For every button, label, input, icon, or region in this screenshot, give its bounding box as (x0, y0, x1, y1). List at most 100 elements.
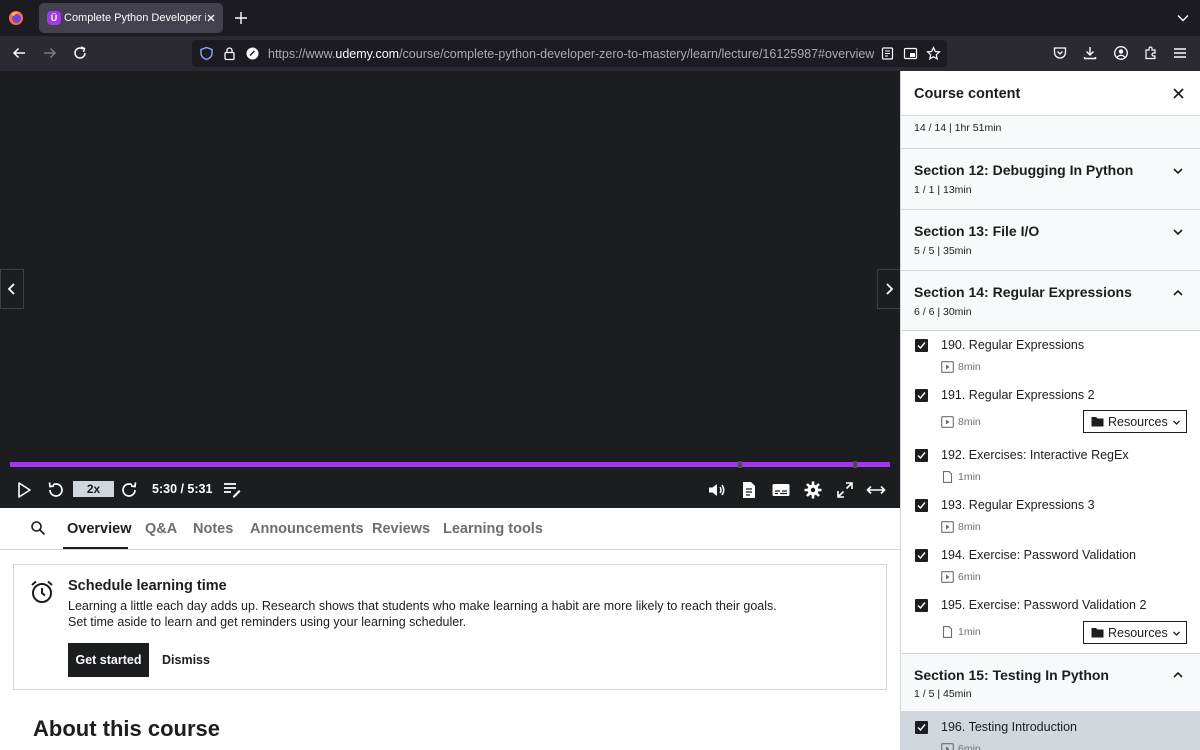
list-all-tabs-chevron-icon[interactable] (1177, 12, 1189, 24)
resources-dropdown-button[interactable]: Resources (1083, 410, 1187, 433)
pocket-icon[interactable] (1052, 45, 1068, 61)
expand-horizontal-icon (866, 485, 886, 495)
lecture-duration: 6min (958, 743, 981, 750)
picture-in-picture-icon[interactable] (903, 46, 918, 61)
section-meta: 14 / 14 | 1hr 51min (914, 122, 1002, 134)
section-13[interactable]: Section 13: File I/O 5 / 5 | 35min (901, 210, 1200, 271)
lecture-title: 191. Regular Expressions 2 (941, 388, 1095, 402)
chevron-down-icon[interactable] (1172, 165, 1184, 177)
reader-view-icon[interactable] (880, 46, 895, 61)
section-title: Section 13: File I/O (914, 223, 1040, 239)
lecture-complete-checkbox[interactable] (915, 389, 928, 402)
playback-speed-button[interactable]: 2x (73, 481, 114, 497)
rewind-5s-button[interactable] (45, 480, 65, 500)
chevron-down-icon[interactable] (1172, 226, 1184, 238)
firefox-logo-icon[interactable] (8, 10, 24, 26)
new-tab-plus-icon[interactable] (234, 11, 248, 25)
lecture-duration: 8min (958, 521, 981, 533)
lock-icon[interactable] (222, 46, 237, 61)
account-icon[interactable] (1113, 45, 1129, 61)
play-button[interactable] (14, 480, 34, 500)
lecture-item[interactable]: 192. Exercises: Interactive RegEx 1min (901, 441, 1200, 491)
lecture-complete-checkbox[interactable] (915, 549, 928, 562)
search-tab-icon[interactable] (30, 520, 46, 536)
lecture-item[interactable]: 194. Exercise: Password Validation 6min (901, 541, 1200, 591)
section-15[interactable]: Section 15: Testing In Python 1 / 5 | 45… (901, 653, 1200, 712)
captions-button[interactable] (771, 480, 791, 500)
lecture-complete-checkbox[interactable] (915, 599, 928, 612)
previous-lecture-button[interactable] (0, 269, 24, 309)
extensions-puzzle-icon[interactable] (1143, 45, 1159, 61)
address-bar[interactable]: https://www.udemy.com/course/complete-py… (192, 40, 947, 67)
lecture-item[interactable]: 191. Regular Expressions 2 8min Resource… (901, 381, 1200, 441)
document-lecture-icon (941, 471, 954, 483)
close-tab-icon[interactable] (205, 12, 217, 24)
resources-dropdown-button[interactable]: Resources (1083, 621, 1187, 644)
progress-bookmark-marker[interactable] (738, 461, 742, 468)
lecture-complete-checkbox[interactable] (915, 721, 928, 734)
tracking-shield-icon[interactable] (199, 46, 214, 61)
chevron-up-icon[interactable] (1172, 669, 1184, 681)
folder-icon (1091, 416, 1104, 427)
tab-qa[interactable]: Q&A (145, 521, 177, 537)
schedule-learning-card: Schedule learning time Learning a little… (13, 564, 887, 690)
progress-bookmark-marker[interactable] (853, 461, 857, 468)
section-title: Section 15: Testing In Python (914, 667, 1109, 683)
active-tab-indicator (63, 547, 128, 549)
lecture-item[interactable]: 193. Regular Expressions 3 8min (901, 491, 1200, 541)
transcript-button[interactable] (739, 480, 759, 500)
chevron-up-icon[interactable] (1172, 287, 1184, 299)
lecture-duration: 6min (958, 571, 981, 583)
time-display: 5:30 / 5:31 (152, 482, 213, 496)
lecture-complete-checkbox[interactable] (915, 449, 928, 462)
fullscreen-button[interactable] (835, 480, 855, 500)
tab-notes[interactable]: Notes (193, 521, 233, 537)
settings-button[interactable] (803, 480, 823, 500)
lecture-item[interactable]: 195. Exercise: Password Validation 2 1mi… (901, 591, 1200, 653)
lecture-title: 194. Exercise: Password Validation (941, 548, 1137, 562)
course-content-sidebar: Course content 14 / 14 | 1hr 51min Secti… (900, 71, 1200, 750)
add-note-button[interactable] (222, 480, 242, 500)
lecture-title: 196. Testing Introduction (941, 720, 1077, 734)
section-meta: 1 / 1 | 13min (914, 184, 972, 196)
browser-tab-active[interactable]: Ü Complete Python Developer in 2 (39, 3, 223, 33)
udemy-favicon-icon: Ü (47, 11, 61, 25)
lecture-complete-checkbox[interactable] (915, 499, 928, 512)
lecture-duration: 1min (958, 626, 981, 638)
captions-icon (772, 484, 790, 496)
resources-label: Resources (1108, 626, 1168, 640)
hamburger-menu-icon[interactable] (1172, 45, 1188, 61)
tab-learning-tools[interactable]: Learning tools (443, 521, 543, 537)
permissions-icon[interactable] (245, 46, 260, 61)
reload-icon[interactable] (72, 45, 88, 61)
section-meta: 1 / 5 | 45min (914, 688, 972, 700)
bookmark-star-icon[interactable] (926, 46, 941, 61)
tab-overview[interactable]: Overview (67, 521, 132, 537)
get-started-button[interactable]: Get started (68, 643, 149, 677)
tab-announcements[interactable]: Announcements (250, 521, 364, 537)
video-progress-bar[interactable] (10, 461, 890, 468)
url-text[interactable]: https://www.udemy.com/course/complete-py… (268, 47, 874, 61)
alarm-clock-icon (29, 579, 55, 605)
tab-reviews[interactable]: Reviews (372, 521, 430, 537)
lecture-item[interactable]: 190. Regular Expressions 8min (901, 331, 1200, 381)
expand-view-button[interactable] (866, 480, 886, 500)
dismiss-button[interactable]: Dismiss (162, 653, 210, 667)
schedule-title: Schedule learning time (68, 578, 227, 594)
forward-5s-button[interactable] (120, 480, 140, 500)
volume-button[interactable] (707, 480, 727, 500)
forward-icon (122, 482, 137, 497)
tab-title: Complete Python Developer in 2 (64, 12, 206, 24)
close-sidebar-icon[interactable] (1172, 87, 1185, 100)
section-14[interactable]: Section 14: Regular Expressions 6 / 6 | … (901, 271, 1200, 331)
section-meta: 5 / 5 | 35min (914, 245, 972, 257)
video-lecture-icon (941, 521, 954, 533)
section-12[interactable]: Section 12: Debugging In Python 1 / 1 | … (901, 149, 1200, 210)
downloads-icon[interactable] (1082, 45, 1098, 61)
lecture-item-current[interactable]: 196. Testing Introduction 6min (901, 712, 1200, 750)
forward-arrow-icon[interactable] (42, 45, 58, 61)
lecture-complete-checkbox[interactable] (915, 339, 928, 352)
next-lecture-button[interactable] (877, 269, 901, 309)
back-arrow-icon[interactable] (11, 45, 27, 61)
video-player[interactable]: 2x 5:30 / 5:31 (0, 71, 901, 508)
